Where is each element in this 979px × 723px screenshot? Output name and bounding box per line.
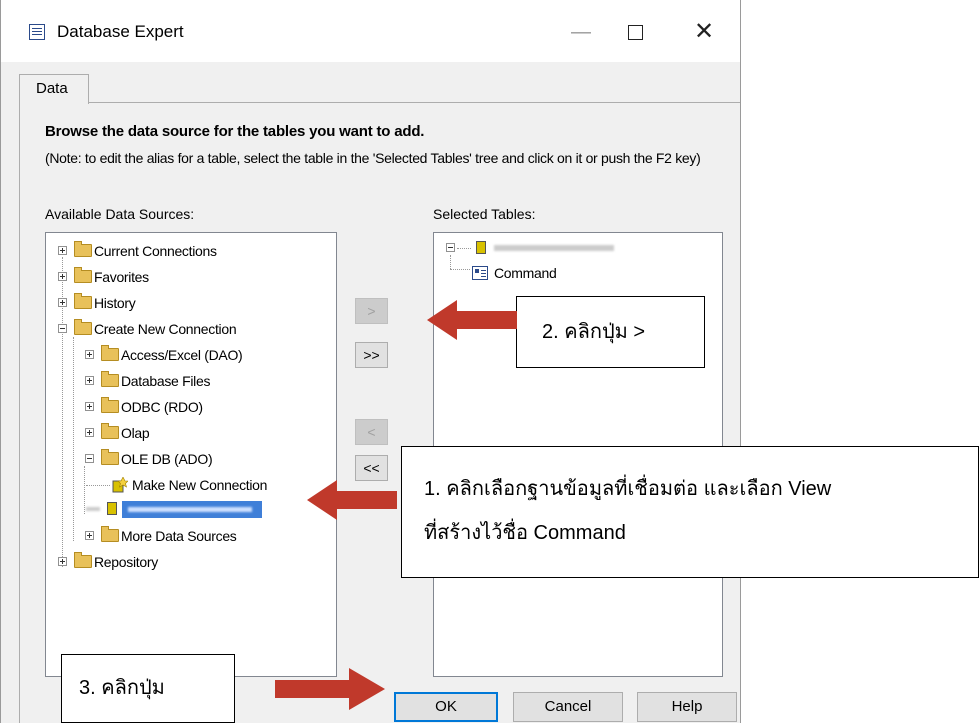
minimize-button[interactable]: —	[558, 12, 604, 52]
expand-icon[interactable]	[58, 272, 67, 281]
folder-icon	[74, 319, 92, 335]
app-icon	[29, 24, 45, 40]
folder-icon	[101, 423, 119, 439]
folder-icon	[101, 449, 119, 465]
step2-arrow-icon	[427, 300, 517, 340]
collapse-icon[interactable]	[58, 324, 67, 333]
new-connection-icon	[110, 476, 129, 493]
selected-tables-label: Selected Tables:	[433, 206, 536, 222]
help-button[interactable]: Help	[637, 692, 737, 722]
folder-icon	[101, 345, 119, 361]
folder-icon	[101, 371, 119, 387]
step2-callout: 2. คลิกปุ่ม >	[516, 296, 705, 368]
expand-icon[interactable]	[58, 246, 67, 255]
available-data-sources-label: Available Data Sources:	[45, 206, 195, 222]
cancel-button[interactable]: Cancel	[513, 692, 623, 722]
add-table-button[interactable]: >	[355, 298, 388, 324]
connection-icon	[476, 241, 486, 254]
available-data-sources-tree[interactable]: Current Connections Favorites History Cr…	[45, 232, 337, 677]
close-button[interactable]: ✕	[681, 12, 727, 52]
collapse-icon[interactable]	[446, 243, 455, 252]
step1-arrow-icon	[307, 480, 397, 520]
folder-icon	[101, 526, 119, 542]
step3-arrow-icon	[275, 668, 385, 710]
maximize-icon	[627, 25, 643, 41]
redacted-connection-name	[494, 245, 614, 251]
remove-table-button[interactable]: <	[355, 419, 388, 445]
folder-icon	[74, 267, 92, 283]
maximize-button[interactable]	[612, 12, 658, 52]
step3-callout: 3. คลิกปุ่ม	[61, 654, 235, 723]
folder-icon	[101, 397, 119, 413]
tab-data[interactable]: Data	[19, 74, 89, 104]
command-table-icon	[472, 266, 488, 280]
redacted-connection-name	[128, 507, 252, 512]
selected-connection-node[interactable]	[446, 237, 706, 259]
expand-icon[interactable]	[85, 376, 94, 385]
expand-icon[interactable]	[85, 350, 94, 359]
expand-icon[interactable]	[58, 298, 67, 307]
step1-line1: 1. คลิกเลือกฐานข้อมูลที่เชื่อมต่อ และเลื…	[424, 478, 832, 500]
folder-icon	[74, 293, 92, 309]
tree-item-selected-connection[interactable]	[86, 498, 316, 520]
title-bar: Database Expert — ✕	[1, 0, 740, 62]
expand-icon[interactable]	[58, 557, 67, 566]
heading: Browse the data source for the tables yo…	[45, 123, 425, 140]
folder-icon	[74, 552, 92, 568]
ok-button[interactable]: OK	[394, 692, 498, 722]
expand-icon[interactable]	[85, 428, 94, 437]
window-title: Database Expert	[57, 22, 184, 41]
expand-icon[interactable]	[85, 402, 94, 411]
expand-icon[interactable]	[85, 531, 94, 540]
step1-line2: ที่สร้างไว้ชื่อ Command	[424, 522, 626, 544]
step1-callout: 1. คลิกเลือกฐานข้อมูลที่เชื่อมต่อ และเลื…	[401, 446, 979, 578]
connection-icon	[107, 502, 117, 515]
tab-strip: Data	[19, 74, 740, 104]
add-all-button[interactable]: >>	[355, 342, 388, 368]
collapse-icon[interactable]	[85, 454, 94, 463]
note-text: (Note: to edit the alias for a table, se…	[45, 150, 701, 166]
folder-icon	[74, 241, 92, 257]
